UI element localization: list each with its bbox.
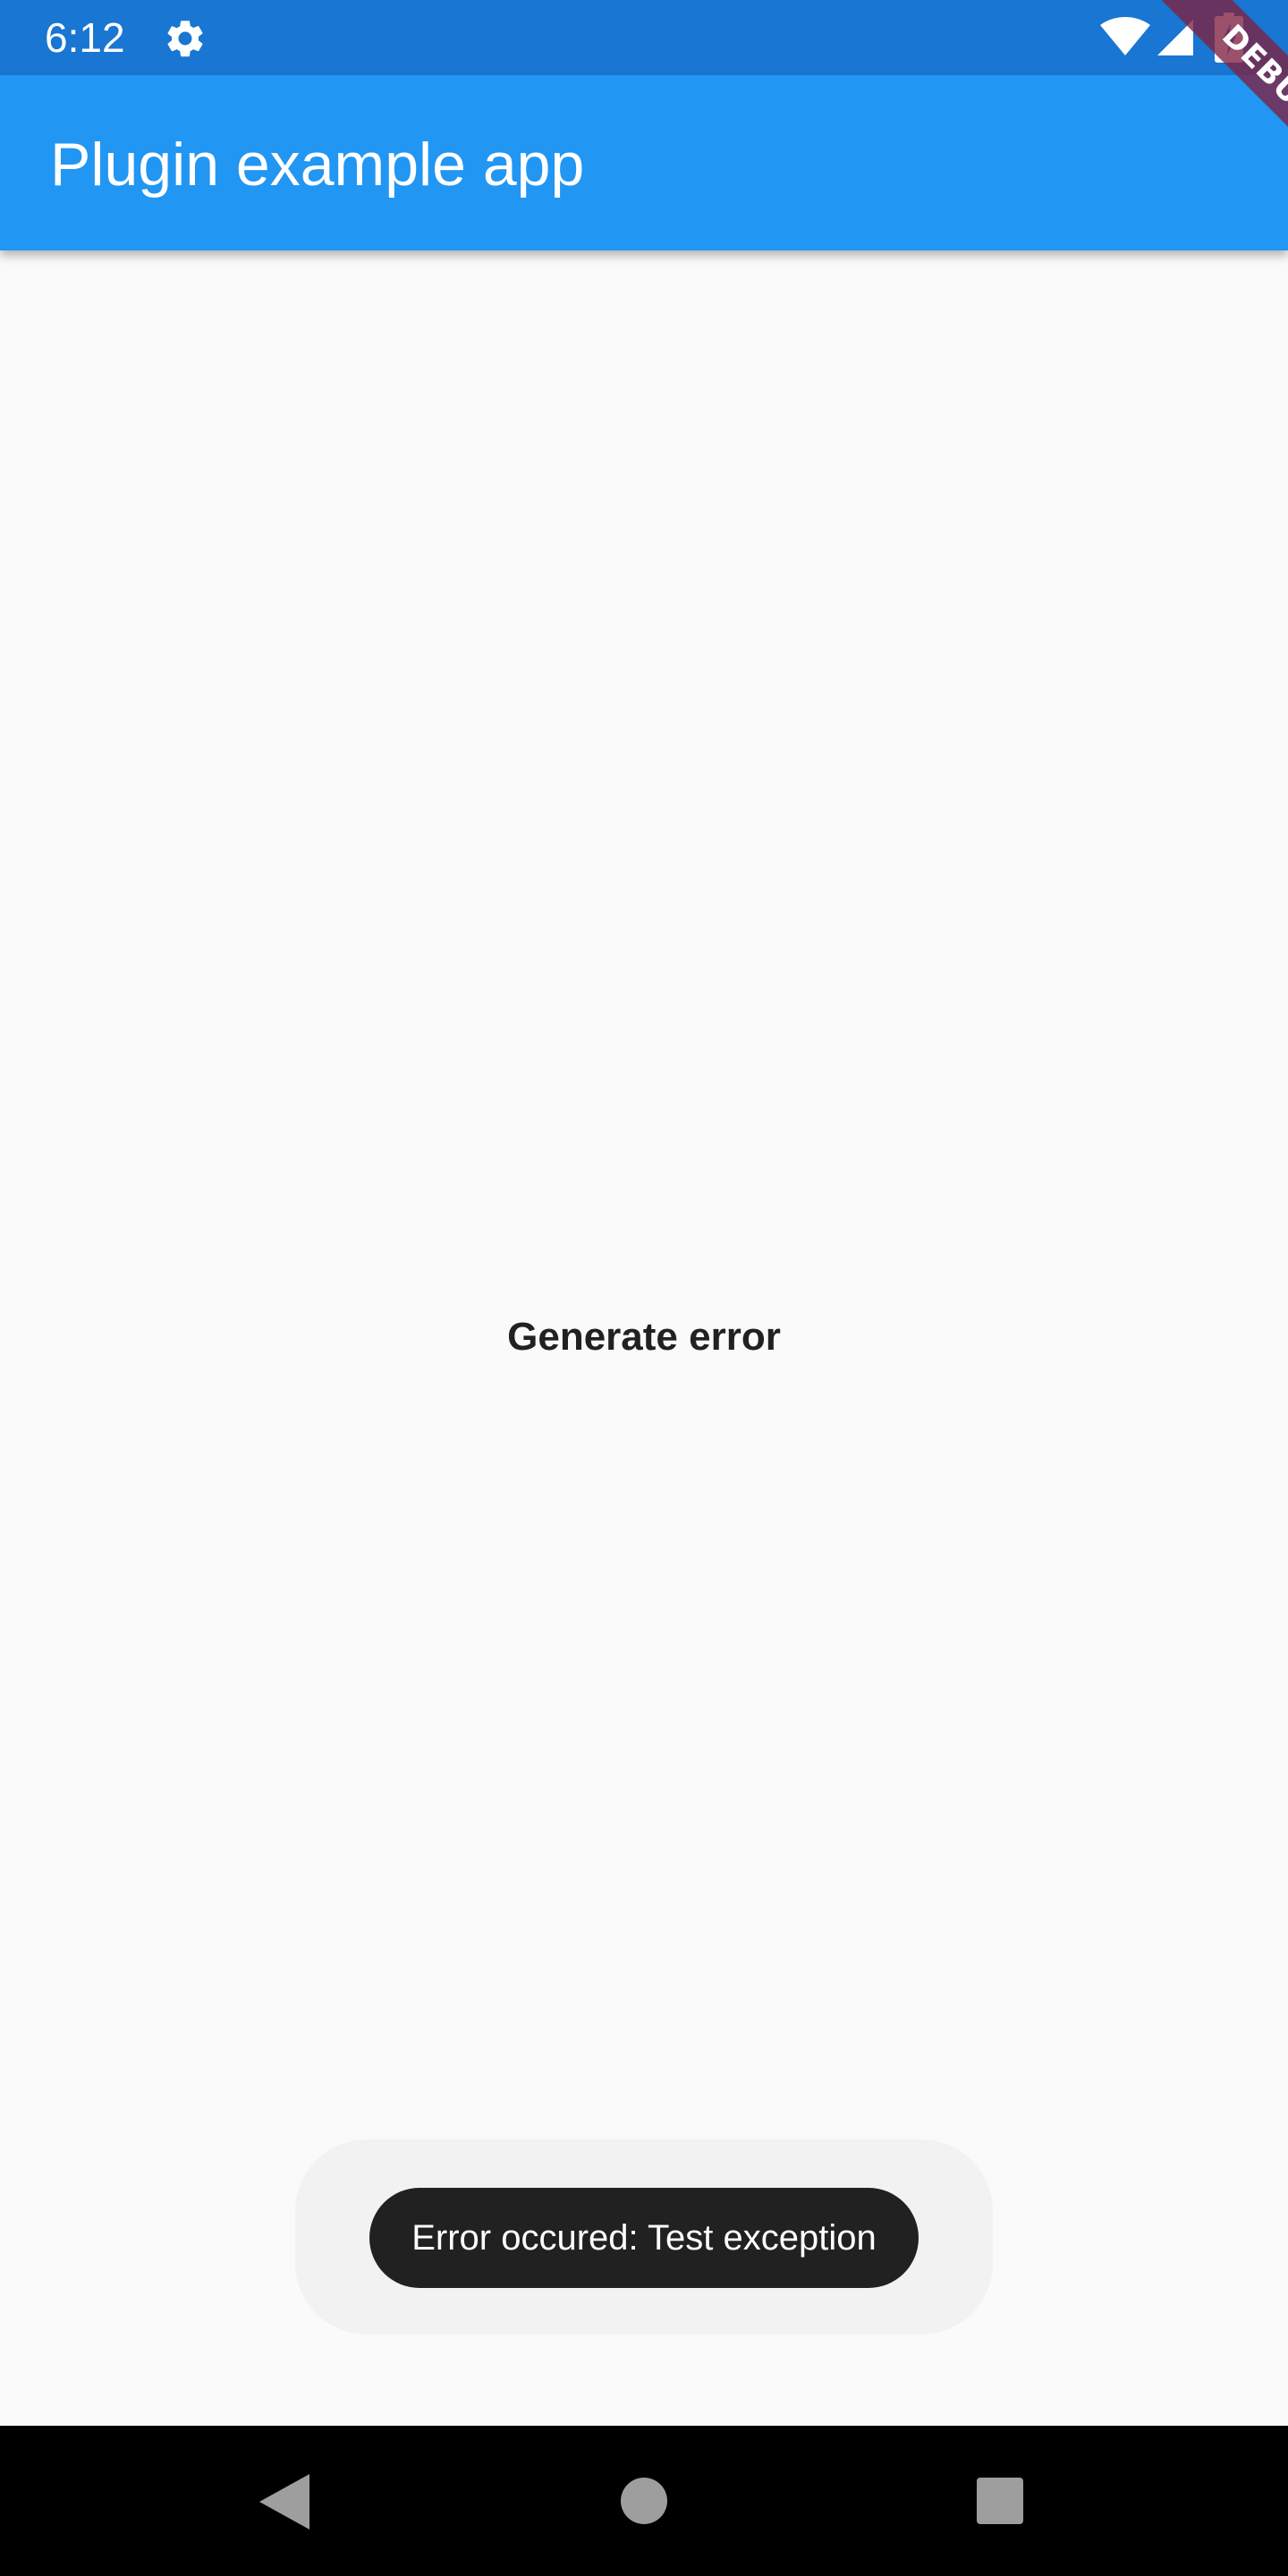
status-bar: 6:12 <box>0 0 1288 75</box>
recents-icon[interactable] <box>977 2478 1023 2524</box>
home-icon[interactable] <box>621 2478 667 2524</box>
app-title: Plugin example app <box>50 131 585 199</box>
app-screen: 6:12 Plugin example app DEBUG Generate e… <box>0 0 1288 2576</box>
app-bar: Plugin example app <box>0 75 1288 250</box>
battery-charging-icon <box>1215 13 1243 63</box>
wifi-icon <box>1100 17 1150 55</box>
generate-error-button[interactable]: Generate error <box>465 1306 823 1368</box>
cell-signal-icon <box>1157 20 1193 55</box>
toast-message: Error occured: Test exception <box>369 2188 919 2288</box>
back-icon[interactable] <box>259 2474 309 2529</box>
settings-gear-icon <box>167 21 203 57</box>
status-time: 6:12 <box>45 14 125 61</box>
